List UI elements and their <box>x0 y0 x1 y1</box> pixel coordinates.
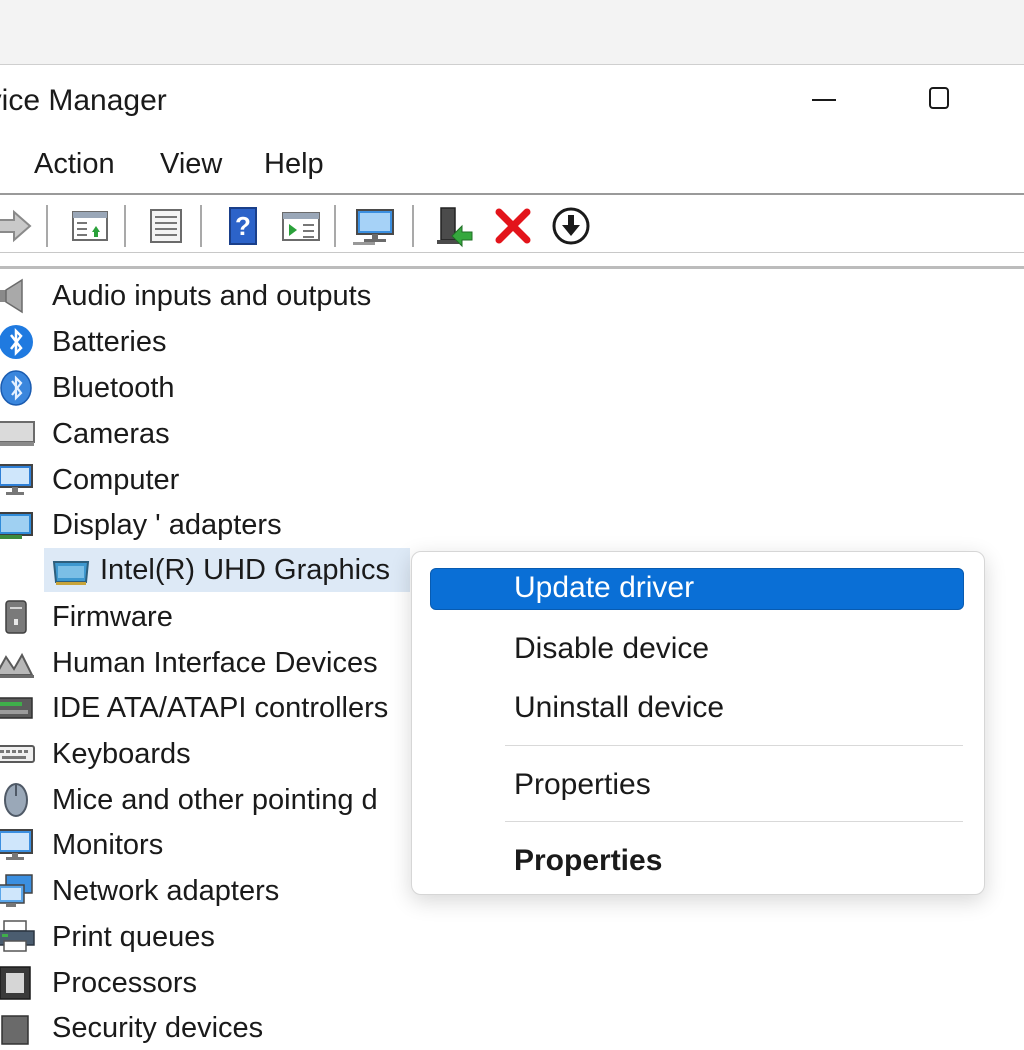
tree-item-label: Bluetooth <box>52 372 175 404</box>
pane-divider <box>0 266 1024 269</box>
tree-item-network-adapters[interactable]: Network adapters <box>0 869 420 913</box>
title-bar-backdrop <box>0 0 1024 65</box>
tree-item-label: Keyboards <box>52 738 191 770</box>
context-menu-item-label: Update driver <box>514 571 695 604</box>
tree-item-batteries[interactable]: Batteries <box>0 320 420 364</box>
uninstall-button[interactable] <box>491 204 535 248</box>
help-button[interactable]: ? <box>221 204 265 248</box>
tree-item-cameras[interactable]: Cameras <box>0 412 420 456</box>
tree-item-label: Mice and other pointing d <box>52 784 378 816</box>
disable-device-button[interactable] <box>549 204 593 248</box>
forward-button[interactable] <box>0 204 36 248</box>
tree-item-ide-ata-atapi-controllers[interactable]: IDE ATA/ATAPI controllers <box>0 686 420 730</box>
maximize-icon <box>929 87 949 109</box>
context-menu-uninstall-device[interactable]: Uninstall device <box>430 688 964 730</box>
graphics-card-icon <box>48 552 92 588</box>
printer-icon <box>0 919 38 955</box>
computer-icon <box>0 462 38 498</box>
properties-pane-button[interactable] <box>68 204 112 248</box>
tree-item-monitors[interactable]: Monitors <box>0 823 420 867</box>
tree-item-bluetooth[interactable]: Bluetooth <box>0 366 420 410</box>
tree-item-label: Security devices <box>52 1012 264 1044</box>
tree-item-audio-inputs-and-outputs[interactable]: Audio inputs and outputs <box>0 274 420 318</box>
minimize-button[interactable] <box>800 80 846 124</box>
scan-hardware-button[interactable] <box>353 204 397 248</box>
camera-icon <box>0 416 38 452</box>
context-menu-properties[interactable]: Properties <box>430 765 964 807</box>
properties-pane-icon <box>72 211 108 241</box>
tree-item-label: Cameras <box>52 418 170 450</box>
window-title: evice Manager <box>0 84 167 117</box>
tree-item-label: Firmware <box>52 601 173 633</box>
tree-item-label: Display ' adapters <box>52 509 282 541</box>
toolbar-separator <box>200 205 202 247</box>
tree-item-label: Human Interface Devices <box>52 647 378 679</box>
tree-item-mice-and-other-pointing-devices[interactable]: Mice and other pointing d <box>0 778 420 822</box>
ide-controller-icon <box>0 690 38 726</box>
maximize-button[interactable] <box>916 80 962 124</box>
show-hidden-icon <box>282 212 320 241</box>
tree-item-label: Processors <box>52 967 198 999</box>
tree-item-computer[interactable]: Computer <box>0 458 420 502</box>
scan-hardware-monitor-icon <box>353 209 394 245</box>
uninstall-x-icon <box>495 208 531 244</box>
firmware-icon <box>0 599 38 635</box>
bluetooth-badge-icon <box>0 324 38 360</box>
tree-item-label: Print queues <box>52 921 215 953</box>
tree-item-label: Network adapters <box>52 875 280 907</box>
context-menu-separator <box>505 745 963 746</box>
hid-icon <box>0 645 38 681</box>
tree-item-label: Audio inputs and outputs <box>52 280 372 312</box>
network-adapter-icon <box>0 873 38 909</box>
svg-text:?: ? <box>235 211 251 241</box>
details-list-icon <box>150 209 182 243</box>
speaker-icon <box>0 278 38 314</box>
menu-bar <box>0 139 1024 195</box>
menu-help[interactable]: Help <box>262 148 326 181</box>
context-menu-disable-device[interactable]: Disable device <box>430 629 964 671</box>
details-list-button[interactable] <box>144 204 188 248</box>
menu-action[interactable]: Action <box>32 148 117 181</box>
keyboard-icon <box>0 736 38 772</box>
update-driver-icon <box>437 207 473 248</box>
context-menu-properties-bold[interactable]: Properties <box>430 841 964 883</box>
tree-item-processors[interactable]: Processors <box>0 961 420 1005</box>
tree-item-security-devices[interactable]: Security devices <box>0 1006 420 1050</box>
processor-icon <box>0 965 38 1001</box>
minimize-icon <box>812 99 836 101</box>
tree-item-intel-uhd-graphics[interactable]: Intel(R) UHD Graphics <box>44 548 410 592</box>
context-menu-item-label: Disable device <box>514 632 710 665</box>
disable-device-icon <box>552 207 590 245</box>
context-menu-item-label: Properties <box>514 768 651 801</box>
context-menu-item-label: Uninstall device <box>514 691 725 724</box>
security-device-icon <box>0 1010 38 1046</box>
toolbar-separator <box>46 205 48 247</box>
toolbar-separator <box>124 205 126 247</box>
toolbar-separator <box>412 205 414 247</box>
show-hidden-button[interactable] <box>279 204 323 248</box>
context-menu: Update driver Disable device Uninstall d… <box>411 551 985 895</box>
tree-item-label: Batteries <box>52 326 167 358</box>
context-menu-update-driver[interactable]: Update driver <box>430 568 964 610</box>
display-adapter-icon <box>0 507 38 543</box>
tree-item-print-queues[interactable]: Print queues <box>0 915 420 959</box>
context-menu-separator <box>505 821 963 822</box>
context-menu-item-label: Properties <box>514 844 663 877</box>
toolbar-separator <box>334 205 336 247</box>
update-driver-toolbar-button[interactable] <box>432 204 476 248</box>
forward-arrow-icon <box>0 209 32 243</box>
tree-item-label: Computer <box>52 464 180 496</box>
bluetooth-icon <box>0 370 38 406</box>
tree-item-label: Intel(R) UHD Graphics <box>100 554 391 586</box>
tree-item-label: IDE ATA/ATAPI controllers <box>52 692 389 724</box>
mouse-icon <box>0 782 38 818</box>
tree-item-human-interface-devices[interactable]: Human Interface Devices <box>0 641 420 685</box>
tree-item-firmware[interactable]: Firmware <box>0 595 420 639</box>
monitor-icon <box>0 827 38 863</box>
tree-item-display-adapters[interactable]: Display ' adapters <box>0 503 420 547</box>
tree-item-label: Monitors <box>52 829 164 861</box>
tree-item-keyboards[interactable]: Keyboards <box>0 732 420 776</box>
help-icon: ? <box>229 207 257 245</box>
menu-view[interactable]: View <box>158 148 224 181</box>
